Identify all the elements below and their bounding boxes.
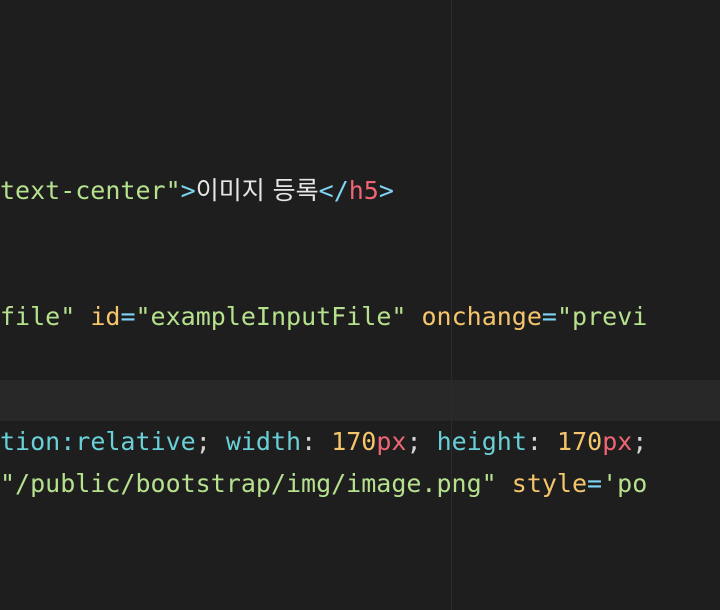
- attribute-name-onchange: onchange: [421, 302, 542, 331]
- equals-sign: =: [120, 302, 136, 331]
- css-number: 170: [331, 427, 377, 456]
- heading-text: 이미지 등록: [195, 176, 319, 205]
- equals-sign: =: [541, 302, 557, 331]
- code-line-3[interactable]: tion:relative; width: 170px; height: 170…: [0, 421, 647, 462]
- css-number: 170: [557, 427, 603, 456]
- attribute-name-style: style: [511, 469, 588, 498]
- code-line-2[interactable]: file" id="exampleInputFile" onchange="pr…: [0, 296, 647, 337]
- semicolon: ;: [406, 427, 422, 456]
- equals-sign: =: [587, 469, 603, 498]
- end-tag-open-bracket: </: [318, 176, 349, 205]
- css-property-height: height: [436, 427, 527, 456]
- string-token: file": [0, 302, 76, 331]
- semicolon: ;: [632, 427, 648, 456]
- attribute-name-id: id: [90, 302, 121, 331]
- string-token: "previ: [556, 302, 648, 331]
- tag-close-bracket: >: [180, 176, 196, 205]
- code-line-4[interactable]: "/public/bootstrap/img/image.png" style=…: [0, 463, 647, 504]
- tag-name: h5: [348, 176, 379, 205]
- string-token: text-center": [0, 176, 181, 205]
- current-line-highlight: [0, 380, 720, 421]
- string-token: "/public/bootstrap/img/image.png": [0, 469, 497, 498]
- string-token: 'po: [602, 469, 648, 498]
- css-unit: px: [602, 427, 633, 456]
- colon: :: [526, 427, 542, 456]
- semicolon: ;: [195, 427, 211, 456]
- code-editor[interactable]: text-center">이미지 등록</h5> file" id="examp…: [0, 0, 720, 610]
- css-value: relative: [75, 427, 196, 456]
- code-line-1[interactable]: text-center">이미지 등록</h5>: [0, 170, 394, 211]
- css-unit: px: [376, 427, 407, 456]
- colon: :: [301, 427, 317, 456]
- end-tag-close-bracket: >: [378, 176, 394, 205]
- css-property-width: width: [225, 427, 302, 456]
- string-token: "exampleInputFile": [135, 302, 407, 331]
- css-property-fragment: tion:: [0, 427, 76, 456]
